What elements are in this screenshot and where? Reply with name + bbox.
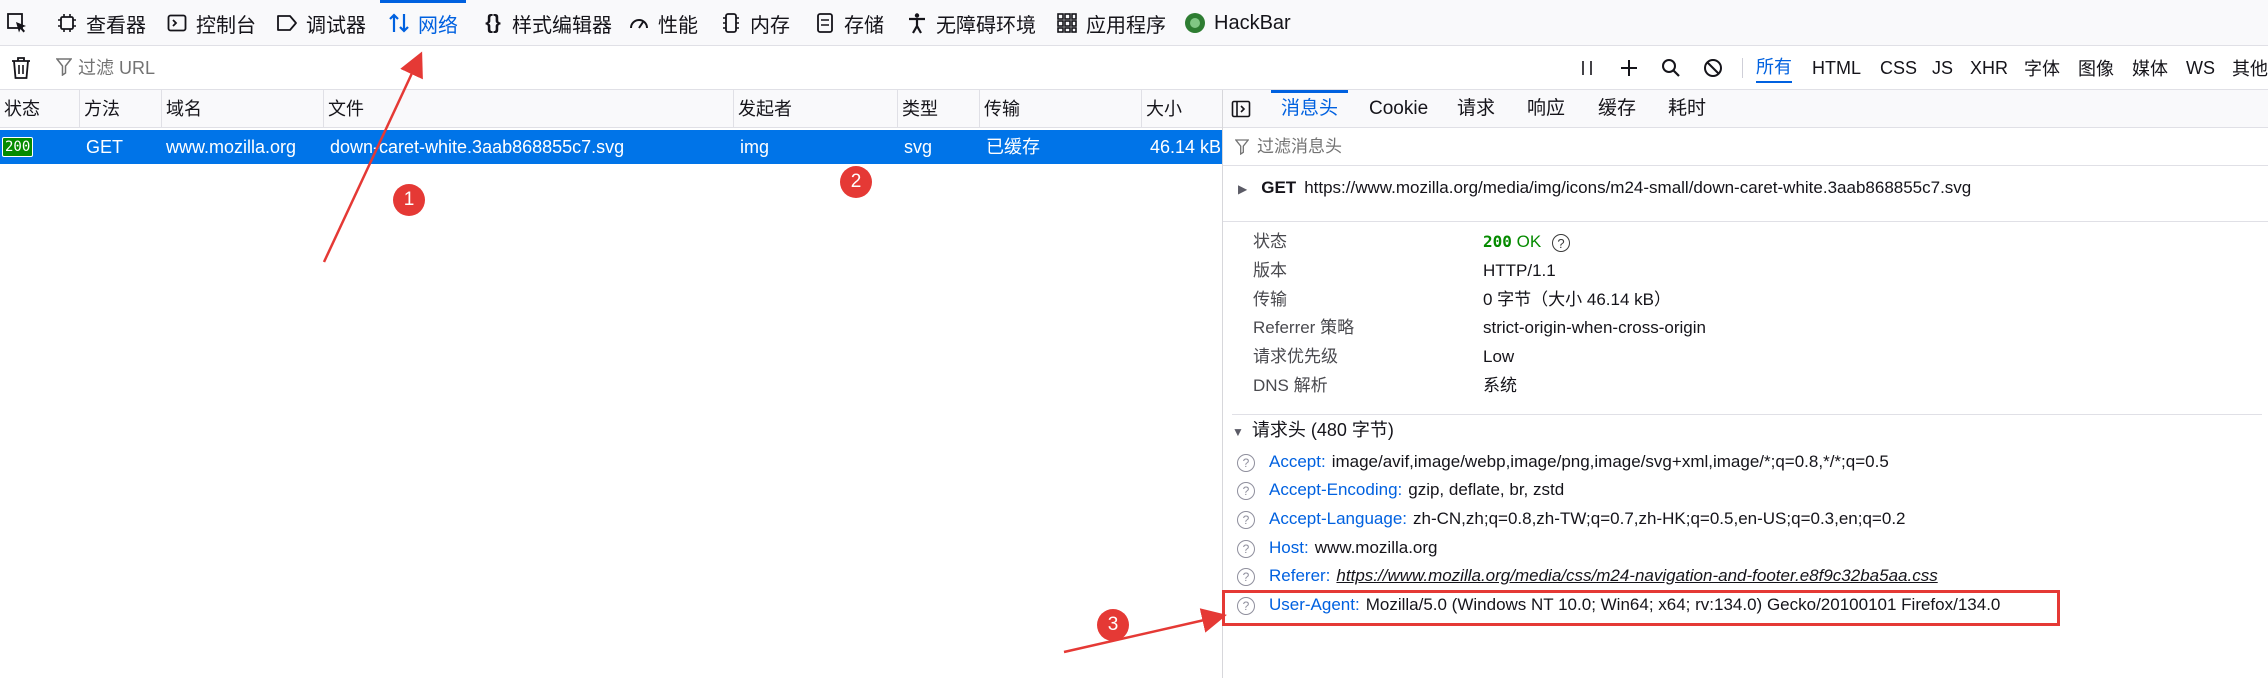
annotation-badge-1: 1 <box>393 184 425 216</box>
annotation-badge-3: 3 <box>1097 609 1129 641</box>
arrow-to-user-agent <box>1063 608 1227 654</box>
annotation-arrows <box>322 51 1227 654</box>
arrow-to-network-tab <box>322 51 423 263</box>
annotation-badge-2: 2 <box>840 166 872 198</box>
